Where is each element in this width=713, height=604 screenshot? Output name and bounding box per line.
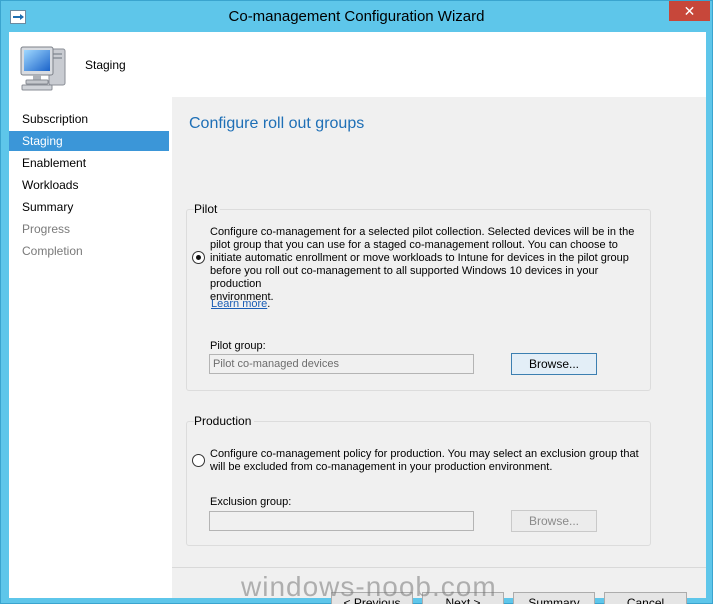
pilot-description-line: environment. — [210, 291, 274, 303]
footer-separator — [172, 567, 706, 568]
header-title: Staging — [85, 58, 126, 72]
production-description-line: will be excluded from co-management in y… — [210, 461, 553, 473]
wizard-client-area: Staging Subscription Staging Enablement … — [9, 32, 706, 604]
production-description-line: Configure co-management policy for produ… — [210, 448, 639, 460]
production-description: Configure co-management policy for produ… — [210, 448, 650, 474]
production-radio[interactable] — [192, 454, 205, 467]
pilot-description-line: Configure co-management for a selected p… — [210, 226, 635, 238]
nav-item-progress: Progress — [22, 222, 71, 236]
nav-item-completion: Completion — [22, 244, 83, 258]
close-button[interactable]: ✕ — [669, 1, 710, 21]
pilot-description-line: before you roll out co-management to all… — [210, 265, 599, 290]
wizard-content: Configure roll out groups Pilot Configur… — [172, 97, 706, 604]
pilot-browse-button[interactable]: Browse... — [511, 353, 597, 375]
production-group-label: Production — [194, 414, 255, 428]
nav-item-summary[interactable]: Summary — [9, 197, 169, 217]
pilot-group-field-label: Pilot group: — [210, 340, 266, 352]
summary-button[interactable]: Summary — [513, 592, 595, 604]
exclusion-group-input[interactable] — [209, 511, 474, 531]
pilot-group-input[interactable]: Pilot co-managed devices — [209, 354, 474, 374]
learn-more-row: Learn more. — [211, 298, 270, 310]
cancel-button[interactable]: Cancel — [604, 592, 687, 604]
title-bar[interactable]: Co-management Configuration Wizard ✕ — [1, 1, 712, 32]
nav-item-subscription[interactable]: Subscription — [9, 109, 169, 129]
site-watermark: windows-noob.com — [241, 571, 497, 602]
pilot-radio[interactable] — [192, 251, 205, 264]
wizard-header: Staging — [9, 32, 706, 97]
nav-item-staging[interactable]: Staging — [9, 131, 169, 151]
page-heading: Configure roll out groups — [189, 115, 365, 132]
nav-item-workloads[interactable]: Workloads — [9, 175, 169, 195]
computer-icon — [20, 46, 66, 91]
nav-item-enablement[interactable]: Enablement — [9, 153, 169, 173]
wizard-nav: Subscription Staging Enablement Workload… — [9, 97, 172, 598]
exclusion-group-field-label: Exclusion group: — [210, 496, 292, 508]
pilot-description-line: initiate automatic enrollment or move wo… — [210, 252, 629, 264]
pilot-group-label: Pilot — [194, 202, 221, 216]
wizard-window: Co-management Configuration Wizard ✕ Sta… — [0, 0, 713, 604]
window-title: Co-management Configuration Wizard — [228, 8, 485, 25]
learn-more-link[interactable]: Learn more — [211, 298, 267, 310]
pilot-description: Configure co-management for a selected p… — [210, 226, 650, 304]
learn-more-suffix: . — [267, 298, 271, 310]
exclusion-browse-button: Browse... — [511, 510, 597, 532]
pilot-description-line: pilot group that you can use for a stage… — [210, 239, 618, 251]
